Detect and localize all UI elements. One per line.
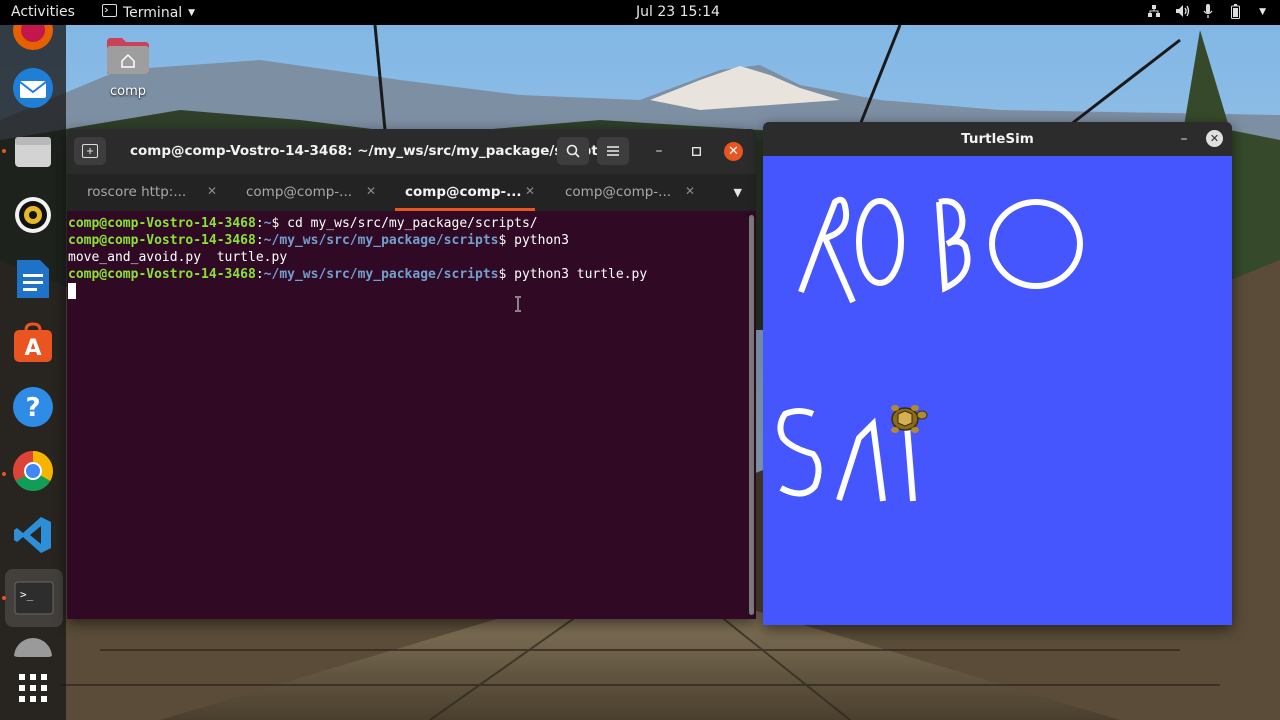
new-tab-icon	[82, 144, 98, 158]
prompt-separator: :	[255, 233, 264, 248]
chevron-down-icon: ▼	[1259, 7, 1266, 17]
app-menu-label: Terminal	[123, 4, 183, 21]
close-icon[interactable]: ✕	[685, 184, 695, 198]
menu-button[interactable]	[597, 137, 629, 165]
terminal-title: comp@comp-Vostro-14-3468: ~/my_ws/src/my…	[130, 143, 606, 159]
command-text: $ python3	[498, 233, 569, 248]
terminal-app-icon	[102, 4, 117, 21]
prompt-user: comp@comp-Vostro-14-3468	[68, 216, 256, 231]
terminal-icon[interactable]: >_	[5, 569, 63, 627]
terminal-header-bar[interactable]: comp@comp-Vostro-14-3468: ~/my_ws/src/my…	[67, 129, 756, 174]
svg-text:?: ?	[25, 393, 40, 423]
minimize-icon: –	[655, 143, 663, 159]
vscode-icon[interactable]	[10, 512, 56, 558]
running-indicator	[2, 596, 6, 600]
tab-label: comp@comp-...	[565, 184, 672, 200]
prompt-separator: :	[255, 216, 264, 231]
chevron-down-icon: ▼	[188, 7, 196, 18]
dock: A ? >_	[0, 10, 66, 720]
system-tray[interactable]: ▼	[1147, 4, 1266, 20]
mouse-ibeam-cursor	[513, 296, 523, 312]
network-icon	[1147, 4, 1161, 20]
close-icon[interactable]: ✕	[525, 184, 535, 198]
terminal-line: comp@comp-Vostro-14-3468:~/my_ws/src/my_…	[68, 232, 747, 249]
files-icon[interactable]	[10, 128, 56, 174]
app-menu[interactable]: Terminal ▼	[102, 4, 195, 21]
tab-roscore[interactable]: roscore http:... ✕	[67, 174, 227, 211]
svg-text:A: A	[24, 336, 41, 361]
rhythmbox-icon[interactable]	[10, 192, 56, 238]
tab-label: comp@comp-...	[246, 184, 353, 200]
search-icon	[566, 144, 580, 158]
prompt-separator: :	[255, 267, 264, 282]
svg-text:>_: >_	[20, 588, 34, 601]
home-folder-label: comp	[109, 84, 147, 99]
turtlesim-header-bar[interactable]: TurtleSim – ✕	[763, 122, 1232, 156]
tab-label: roscore http:...	[87, 184, 187, 200]
command-text: $ python3 turtle.py	[498, 267, 648, 282]
battery-icon	[1231, 4, 1245, 20]
close-icon[interactable]: ✕	[366, 184, 376, 198]
turtlesim-title: TurtleSim	[961, 131, 1034, 147]
close-icon: ✕	[728, 144, 739, 159]
prompt-path: ~/my_ws/src/my_package/scripts	[263, 233, 499, 248]
tab-label: comp@comp-...	[405, 184, 522, 200]
terminal-window[interactable]: comp@comp-Vostro-14-3468: ~/my_ws/src/my…	[67, 129, 756, 619]
prompt-path: ~	[263, 216, 272, 231]
minimize-button[interactable]: –	[1175, 130, 1193, 148]
text-cursor	[68, 283, 76, 299]
tab-comp-3[interactable]: comp@comp-... ✕	[545, 174, 705, 211]
home-folder-icon	[105, 38, 151, 80]
terminal-line: comp@comp-Vostro-14-3468:~/my_ws/src/my_…	[68, 266, 747, 283]
hamburger-icon	[607, 146, 619, 156]
clock[interactable]: Jul 23 15:14	[636, 4, 720, 20]
help-icon[interactable]: ?	[10, 384, 56, 430]
prompt-path: ~/my_ws/src/my_package/scripts	[263, 267, 499, 282]
maximize-button[interactable]	[687, 142, 705, 160]
turtlesim-canvas[interactable]	[763, 156, 1232, 625]
terminal-scrollbar[interactable]	[749, 215, 754, 615]
minimize-icon: –	[1180, 131, 1188, 147]
maximize-icon	[691, 146, 701, 156]
terminal-output[interactable]: comp@comp-Vostro-14-3468:~$ cd my_ws/src…	[67, 211, 747, 619]
command-output: move_and_avoid.py turtle.py	[68, 250, 288, 265]
minimize-button[interactable]: –	[650, 142, 668, 160]
turtlesim-window[interactable]: TurtleSim – ✕	[763, 122, 1232, 625]
volume-icon	[1175, 4, 1190, 20]
terminal-tab-bar: roscore http:... ✕ comp@comp-... ✕ comp@…	[67, 174, 756, 211]
tab-comp-1[interactable]: comp@comp-... ✕	[226, 174, 386, 211]
show-apps-icon[interactable]	[10, 665, 56, 711]
close-button[interactable]: ✕	[724, 142, 743, 161]
close-button[interactable]: ✕	[1206, 130, 1223, 147]
ubuntu-icon[interactable]	[10, 637, 56, 657]
running-indicator	[2, 472, 6, 476]
terminal-line: comp@comp-Vostro-14-3468:~$ cd my_ws/src…	[68, 215, 747, 232]
prompt-user: comp@comp-Vostro-14-3468	[68, 233, 256, 248]
software-icon[interactable]: A	[10, 320, 56, 366]
desktop-home-folder[interactable]: comp	[100, 36, 156, 99]
running-indicator	[2, 149, 6, 153]
command-text: $ cd my_ws/src/my_package/scripts/	[271, 216, 538, 231]
close-icon: ✕	[1209, 132, 1220, 145]
terminal-line: move_and_avoid.py turtle.py	[68, 249, 747, 266]
top-bar: Activities Terminal ▼ Jul 23 15:14 ▼	[0, 0, 1280, 25]
new-tab-button[interactable]	[74, 137, 106, 165]
chrome-icon[interactable]	[10, 448, 56, 494]
prompt-user: comp@comp-Vostro-14-3468	[68, 267, 256, 282]
close-icon[interactable]: ✕	[207, 184, 217, 198]
thunderbird-icon[interactable]	[10, 65, 56, 111]
terminal-line	[68, 283, 747, 301]
tab-comp-2[interactable]: comp@comp-... ✕	[385, 174, 545, 211]
activities-button[interactable]: Activities	[11, 4, 75, 20]
writer-icon[interactable]	[10, 256, 56, 302]
microphone-icon	[1203, 4, 1217, 20]
tabs-dropdown-icon[interactable]: ▼	[734, 186, 742, 199]
search-button[interactable]	[557, 137, 589, 165]
